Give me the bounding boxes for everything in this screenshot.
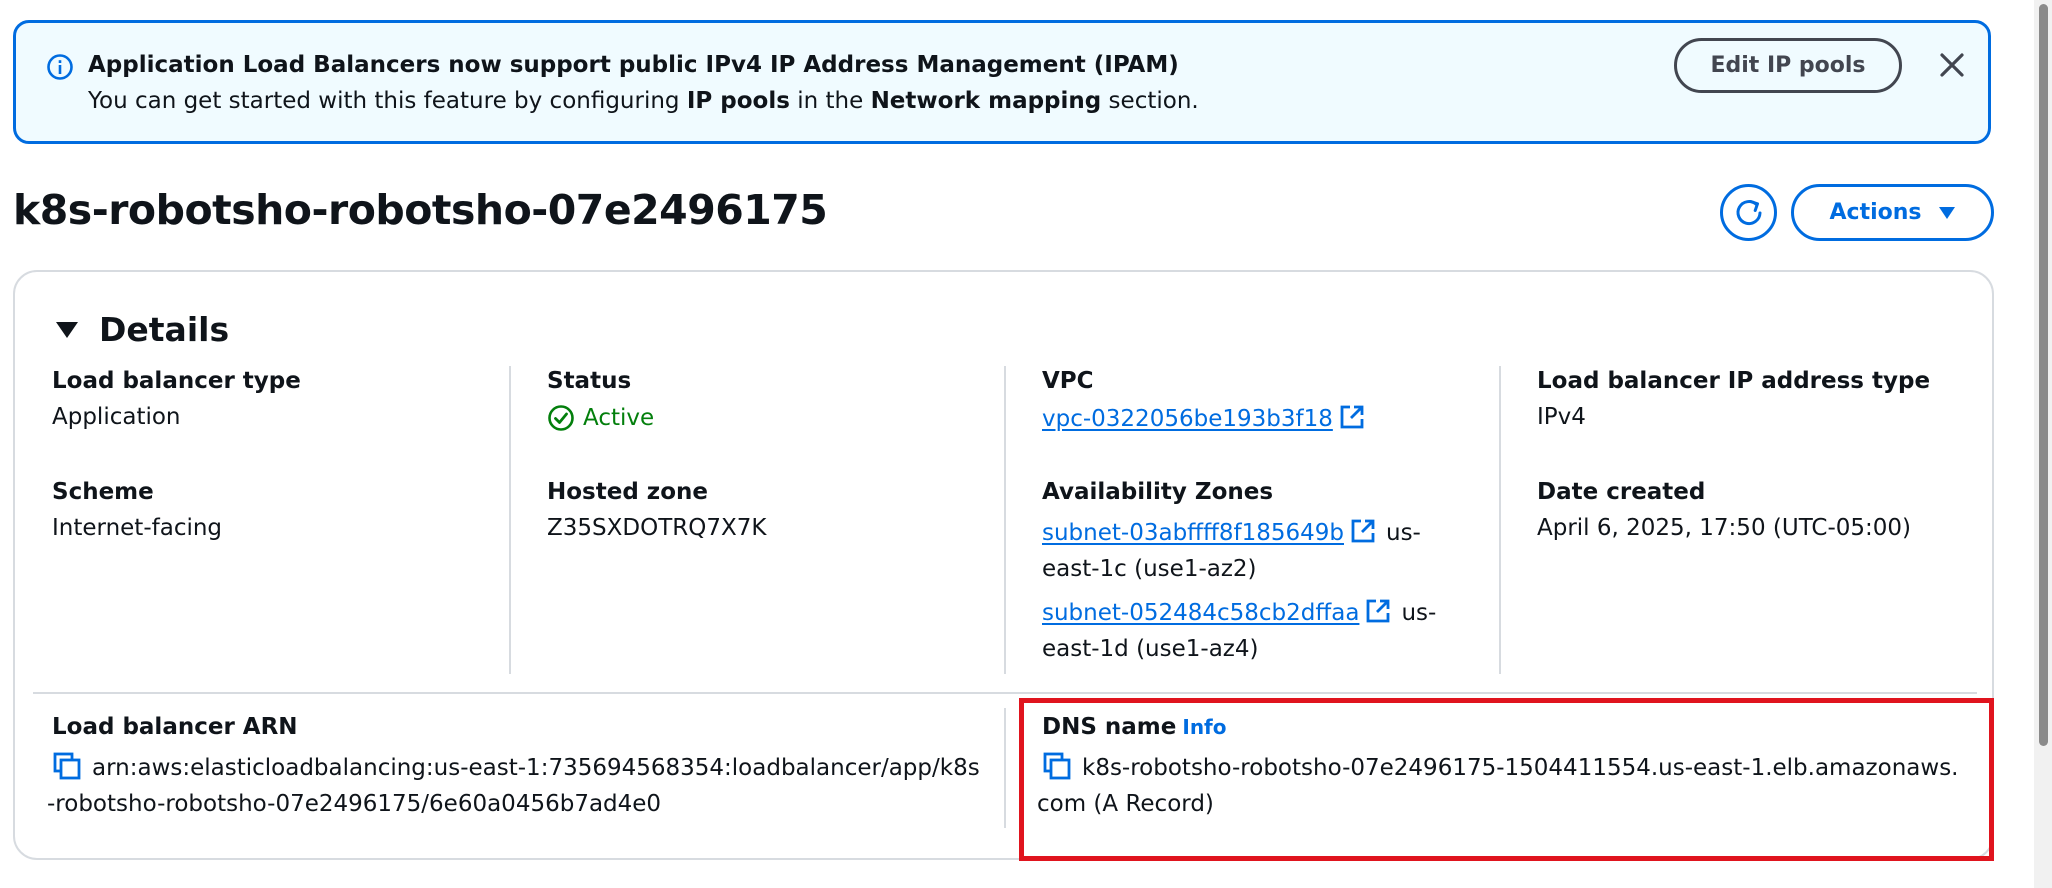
field-label: Load balancer type	[52, 368, 301, 394]
scrollbar-thumb[interactable]	[2039, 4, 2048, 746]
date-created-field: Date created April 6, 2025, 17:50 (UTC-0…	[1537, 479, 1911, 541]
banner-message-ip-pools: IP pools	[686, 88, 790, 114]
actions-label: Actions	[1829, 200, 1922, 225]
column-divider	[1004, 366, 1006, 674]
vpc-field: VPC vpc-0322056be193b3f18	[1042, 368, 1375, 432]
field-value: Z35SXDOTRQ7X7K	[547, 515, 767, 541]
field-value: Internet-facing	[52, 515, 223, 541]
details-heading: Details	[99, 310, 230, 349]
availability-zones-field: Availability Zones subnet-03abffff8f1856…	[1042, 479, 1442, 675]
refresh-button[interactable]	[1720, 184, 1777, 241]
field-value: April 6, 2025, 17:50 (UTC-05:00)	[1537, 515, 1912, 541]
row-divider	[33, 692, 1977, 694]
close-icon[interactable]	[1938, 51, 1966, 79]
availability-zone-item: subnet-052484c58cb2dffaa us-east-1d (use1…	[1042, 595, 1442, 667]
field-label: Date created	[1537, 479, 1706, 505]
page-title: k8s-robotsho-robotsho-07e2496175	[13, 186, 828, 234]
ipam-info-banner: Application Load Balancers now support p…	[13, 20, 1991, 144]
ip-address-type-field: Load balancer IP address type IPv4	[1537, 368, 1930, 430]
refresh-icon	[1732, 196, 1766, 230]
column-divider	[1499, 366, 1501, 674]
external-link-icon[interactable]	[1339, 404, 1365, 430]
banner-message-text: section.	[1101, 88, 1199, 114]
load-balancer-type-field: Load balancer type Application	[52, 368, 301, 430]
page-scrollbar[interactable]	[2034, 0, 2052, 888]
field-label: Scheme	[52, 479, 154, 505]
column-divider	[509, 366, 511, 674]
subnet-link[interactable]: subnet-052484c58cb2dffaa	[1042, 600, 1359, 626]
field-label: Status	[547, 368, 632, 394]
arn-field: Load balancer ARN arn:aws:elasticloadbal…	[47, 714, 987, 822]
edit-ip-pools-button[interactable]: Edit IP pools	[1674, 38, 1902, 93]
hosted-zone-field: Hosted zone Z35SXDOTRQ7X7K	[547, 479, 766, 541]
field-label: VPC	[1042, 368, 1094, 394]
field-label: Load balancer IP address type	[1537, 368, 1931, 394]
external-link-icon[interactable]	[1350, 518, 1376, 544]
status-value: Active	[547, 404, 654, 432]
status-positive-icon	[547, 404, 575, 432]
vpc-link[interactable]: vpc-0322056be193b3f18	[1042, 406, 1333, 432]
arn-text: arn:aws:elasticloadbalancing:us-east-1:7…	[47, 755, 980, 817]
banner-message-text: in the	[789, 88, 871, 114]
field-value: Application	[52, 404, 181, 430]
details-expander[interactable]: Details	[55, 310, 229, 349]
dns-name-highlight	[1019, 698, 1994, 861]
caret-down-icon	[1938, 206, 1956, 220]
banner-message-text: You can get started with this feature by…	[88, 88, 687, 114]
banner-title: Application Load Balancers now support p…	[88, 52, 1179, 78]
external-link-icon[interactable]	[1365, 598, 1391, 624]
status-field: Status Active	[547, 368, 654, 432]
field-label: Load balancer ARN	[52, 714, 298, 740]
banner-message-network-mapping: Network mapping	[870, 88, 1102, 114]
status-text: Active	[583, 405, 655, 431]
actions-button[interactable]: Actions	[1791, 184, 1994, 241]
info-icon	[46, 53, 74, 81]
field-value: IPv4	[1537, 404, 1586, 430]
banner-message: You can get started with this feature by…	[88, 88, 1199, 114]
field-label: Availability Zones	[1042, 479, 1274, 505]
arn-value: arn:aws:elasticloadbalancing:us-east-1:7…	[47, 750, 987, 822]
subnet-link[interactable]: subnet-03abffff8f185649b	[1042, 520, 1344, 546]
field-value: vpc-0322056be193b3f18	[1042, 404, 1375, 432]
field-label: Hosted zone	[547, 479, 708, 505]
caret-down-icon	[55, 320, 79, 340]
availability-zone-item: subnet-03abffff8f185649b us-east-1c (use1…	[1042, 515, 1442, 587]
column-divider	[1004, 708, 1006, 828]
scheme-field: Scheme Internet-facing	[52, 479, 222, 541]
copy-icon[interactable]	[52, 751, 82, 781]
